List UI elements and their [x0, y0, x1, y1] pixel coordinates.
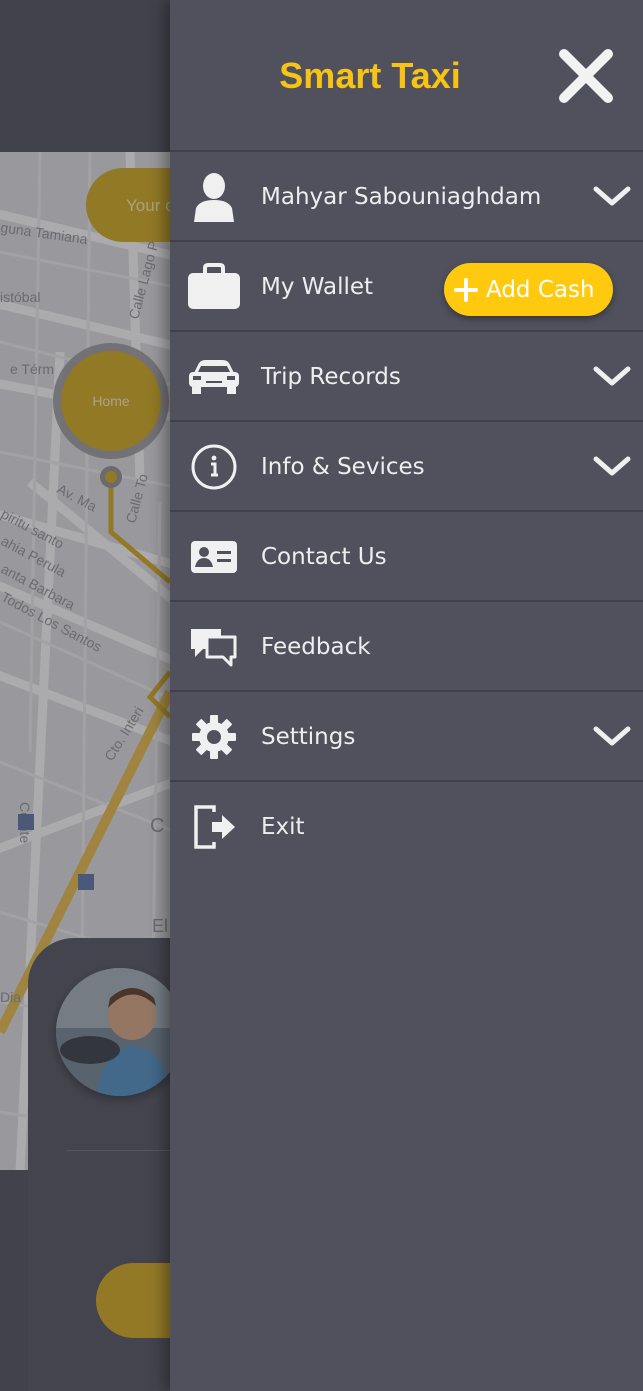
- drawer-header: Smart Taxi: [170, 0, 643, 152]
- app-title: Smart Taxi: [279, 55, 461, 96]
- chevron-down-icon[interactable]: [592, 362, 632, 392]
- chevron-down-icon[interactable]: [592, 182, 632, 212]
- menu-item-info-services[interactable]: Info & Sevices: [170, 422, 643, 512]
- exit-icon: [186, 801, 242, 853]
- app-root: guna Tamiana istóbal e Térm Av. Ma pirit…: [0, 0, 643, 1391]
- add-cash-button[interactable]: Add Cash: [444, 263, 613, 316]
- user-icon: [186, 171, 242, 223]
- plus-icon: [454, 277, 478, 302]
- menu-item-feedback[interactable]: Feedback: [170, 602, 643, 692]
- menu-item-exit[interactable]: Exit: [170, 782, 643, 872]
- menu-item-label: Mahyar Sabouniaghdam: [261, 184, 542, 210]
- menu-item-label: Trip Records: [261, 364, 401, 390]
- contact-card-icon: [186, 531, 242, 583]
- menu-item-label: Settings: [261, 724, 356, 750]
- menu-item-label: Feedback: [261, 634, 371, 660]
- close-button[interactable]: [556, 46, 616, 106]
- menu-item-label: Contact Us: [261, 544, 387, 570]
- car-icon: [186, 351, 242, 403]
- menu-item-wallet[interactable]: My Wallet Add Cash: [170, 242, 643, 332]
- info-icon: [186, 441, 242, 493]
- menu-item-label: My Wallet: [261, 274, 374, 300]
- add-cash-label: Add Cash: [486, 276, 595, 303]
- menu-item-profile[interactable]: Mahyar Sabouniaghdam: [170, 152, 643, 242]
- feedback-icon: [186, 621, 242, 673]
- navigation-drawer: Smart Taxi Mahyar Sabouniaghdam My Walle…: [170, 0, 643, 1391]
- menu-item-label: Info & Sevices: [261, 454, 425, 480]
- gear-icon: [186, 711, 242, 763]
- chevron-down-icon[interactable]: [592, 452, 632, 482]
- menu-item-contact-us[interactable]: Contact Us: [170, 512, 643, 602]
- wallet-icon: [186, 261, 242, 313]
- chevron-down-icon[interactable]: [592, 722, 632, 752]
- close-icon: [559, 49, 613, 103]
- menu-item-label: Exit: [261, 814, 305, 840]
- menu-item-settings[interactable]: Settings: [170, 692, 643, 782]
- menu-item-trip-records[interactable]: Trip Records: [170, 332, 643, 422]
